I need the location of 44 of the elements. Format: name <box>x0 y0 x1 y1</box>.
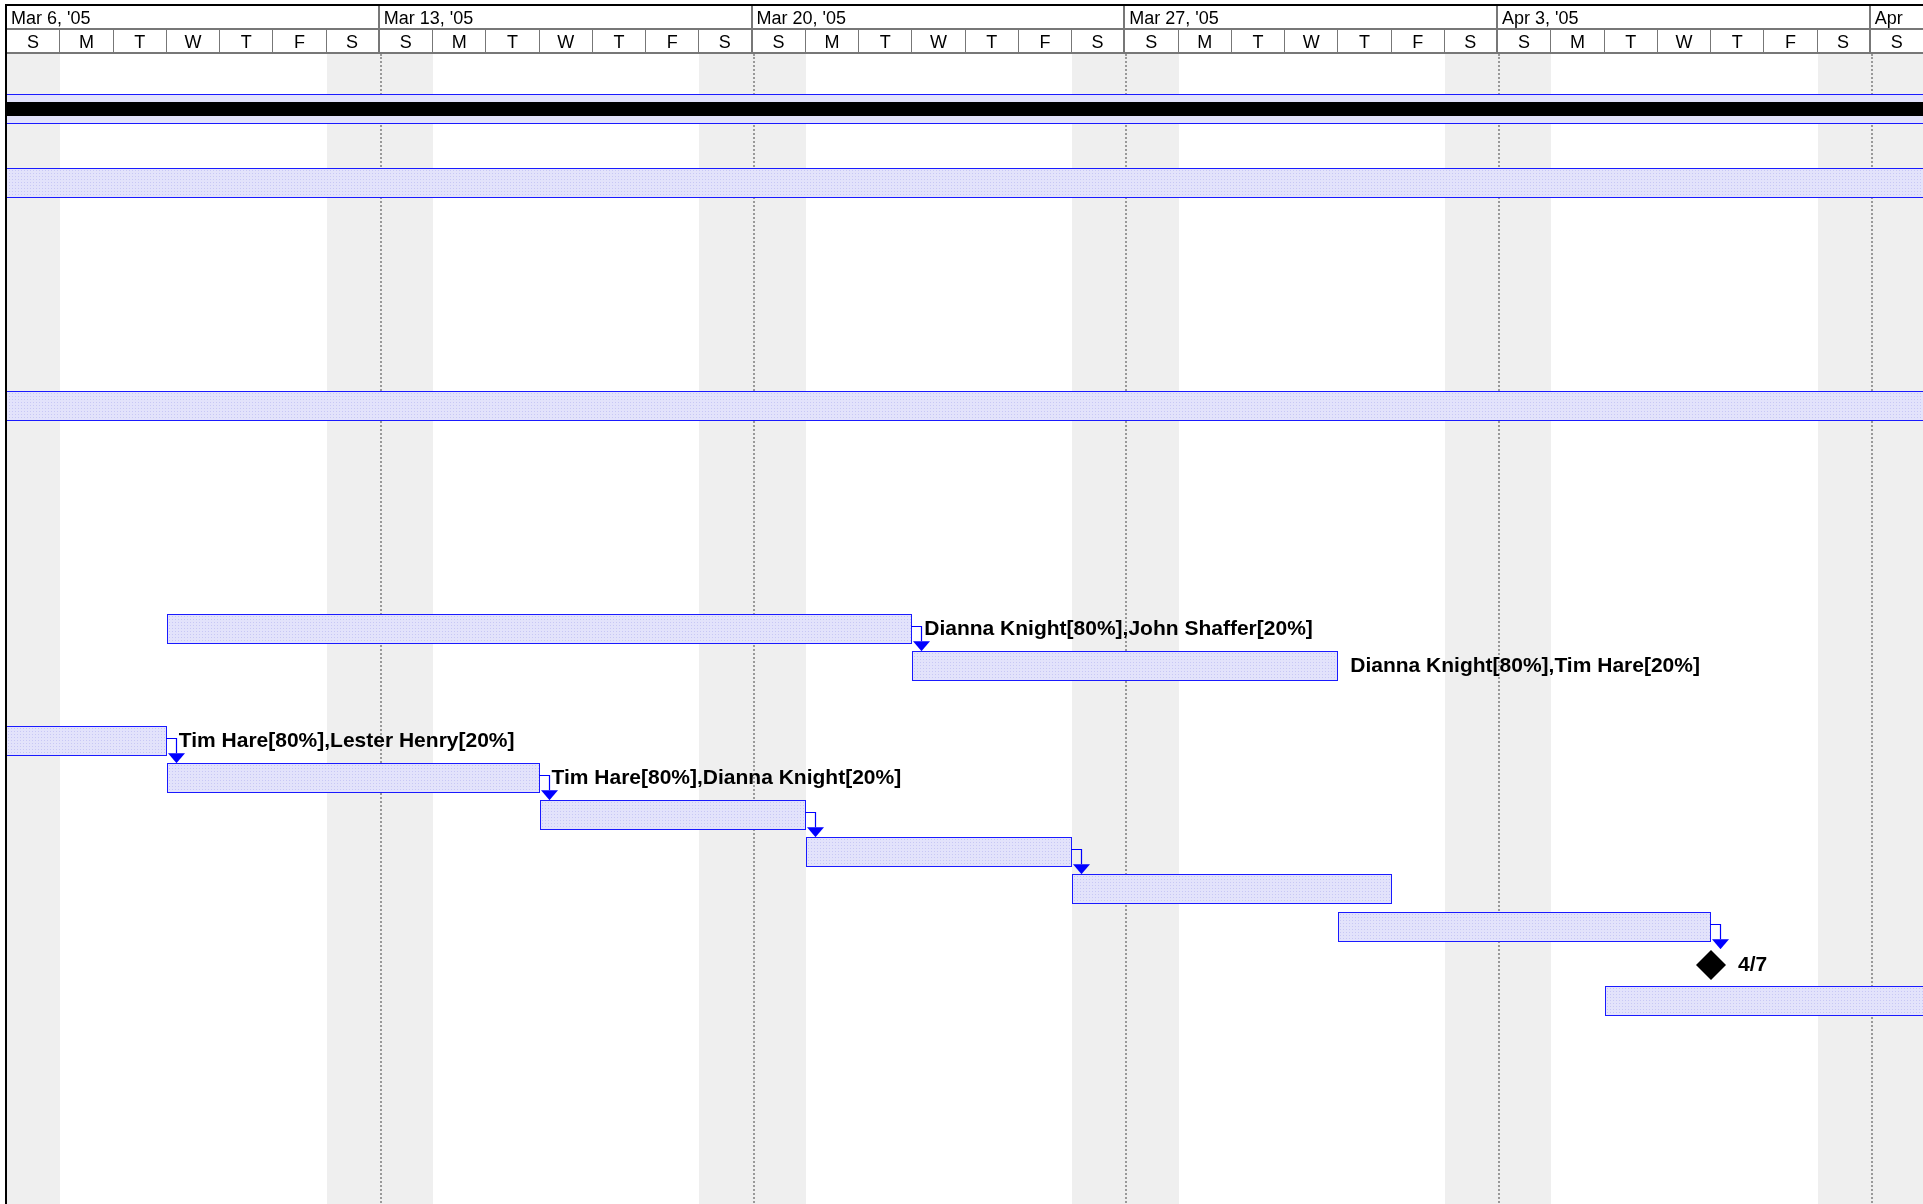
task-bar[interactable] <box>1072 874 1392 905</box>
day-header: F <box>646 30 700 54</box>
week-header: Mar 13, '05 <box>379 6 753 30</box>
day-header: T <box>1604 30 1658 54</box>
week-header: Apr <box>1870 6 1923 30</box>
task-bar[interactable] <box>912 651 1339 682</box>
resource-label: Dianna Knight[80%],Tim Hare[20%] <box>1350 652 1700 679</box>
milestone-date-label: 4/7 <box>1738 950 1768 977</box>
day-header: T <box>1338 30 1392 54</box>
day-header: M <box>1178 30 1232 54</box>
task-bar[interactable] <box>166 614 913 644</box>
day-header: W <box>912 30 966 54</box>
resource-label: Tim Hare[80%],Lester Henry[20%] <box>178 726 515 753</box>
task-bar[interactable] <box>805 837 1072 868</box>
week-header: Mar 27, '05 <box>1125 6 1498 30</box>
day-header: T <box>486 30 540 54</box>
day-header: W <box>539 30 593 54</box>
week-header: Apr 3, '05 <box>1498 6 1871 30</box>
day-header: F <box>273 30 327 54</box>
task-bar[interactable] <box>539 800 806 830</box>
week-header: Mar 20, '05 <box>752 6 1126 30</box>
milestone-icon <box>1695 948 1727 981</box>
day-header: T <box>113 30 167 54</box>
day-header: T <box>965 30 1019 54</box>
day-header: T <box>859 30 913 54</box>
day-header: T <box>1231 30 1285 54</box>
day-header: W <box>166 30 220 54</box>
day-header: F <box>1018 30 1072 54</box>
day-header: W <box>1657 30 1711 54</box>
day-header: W <box>1285 30 1339 54</box>
day-header: T <box>1711 30 1765 54</box>
day-header: F <box>1764 30 1818 54</box>
resource-label: Dianna Knight[80%],John Shaffer[20%] <box>924 615 1313 641</box>
resource-label: Tim Hare[80%],Dianna Knight[20%] <box>551 763 902 790</box>
day-header: F <box>1391 30 1445 54</box>
task-bar[interactable] <box>1338 911 1711 942</box>
day-header: M <box>60 30 114 54</box>
task-bar[interactable] <box>166 762 540 793</box>
day-header: T <box>592 30 646 54</box>
day-header: T <box>220 30 274 54</box>
day-header: M <box>805 30 859 54</box>
day-header: M <box>1551 30 1605 54</box>
day-header: M <box>433 30 487 54</box>
week-header: Mar 6, '05 <box>7 6 380 30</box>
